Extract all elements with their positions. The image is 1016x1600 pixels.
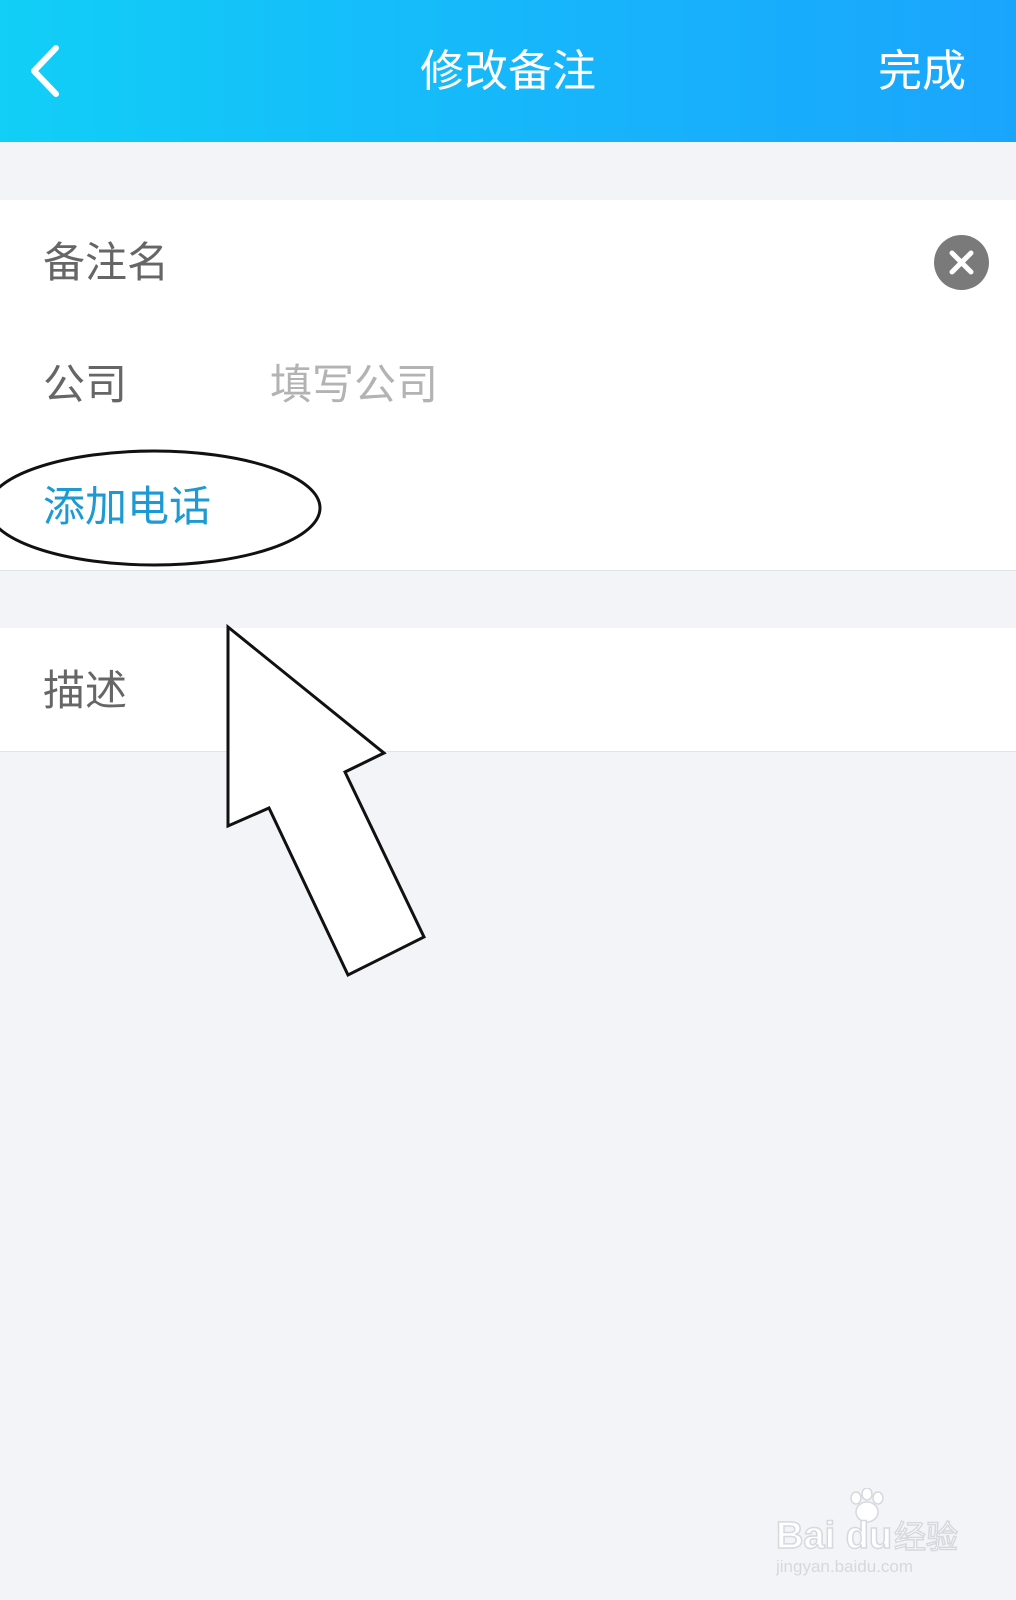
page-title: 修改备注 <box>420 46 596 97</box>
description-card: 描述 <box>0 628 1016 752</box>
description-label: 描述 <box>43 666 128 715</box>
description-field[interactable]: 描述 <box>0 628 1016 750</box>
remark-name-label: 备注名 <box>43 238 170 287</box>
navigation-bar: 修改备注 完成 <box>0 0 1016 142</box>
svg-text:jingyan.baidu.com: jingyan.baidu.com <box>776 1557 913 1576</box>
baidu-jingyan-watermark: Bai du 经验 jingyan.baidu.com <box>775 1487 976 1578</box>
close-icon <box>949 250 974 275</box>
done-button[interactable]: 完成 <box>878 42 966 102</box>
add-phone-link[interactable]: 添加电话 <box>43 480 211 534</box>
company-row: 公司 填写公司 <box>0 322 1016 444</box>
add-phone-row: 添加电话 <box>0 444 1016 566</box>
company-label: 公司 <box>43 360 128 409</box>
company-input[interactable]: 填写公司 <box>270 358 438 412</box>
remark-form-card: 备注名 公司 填写公司 添加电话 <box>0 200 1016 571</box>
baidu-logo-icon: Bai du 经验 jingyan.baidu.com <box>775 1487 959 1576</box>
svg-text:Bai du: Bai du <box>776 1515 892 1557</box>
remark-name-field[interactable]: 备注名 <box>0 200 1016 322</box>
clear-icon[interactable] <box>934 235 989 290</box>
svg-text:经验: 经验 <box>894 1518 958 1556</box>
